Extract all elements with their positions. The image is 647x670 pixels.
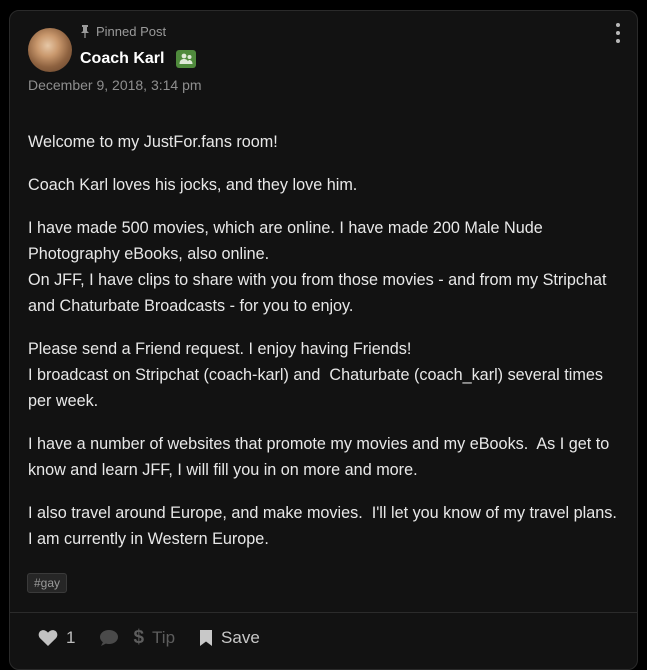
save-label: Save: [221, 628, 260, 647]
pinned-indicator: Pinned Post: [80, 24, 166, 39]
post-paragraph: I have made 500 movies, which are online…: [28, 219, 607, 315]
post-date: December 9, 2018, 3:14 pm: [28, 77, 202, 93]
post-paragraph: I have a number of websites that promote…: [28, 435, 614, 479]
tip-label: Tip: [152, 628, 176, 647]
post-paragraph: Welcome to my JustFor.fans room!: [28, 133, 278, 151]
more-options-icon[interactable]: [615, 23, 621, 43]
post-card: Pinned Post Coach Karl December 9, 2018,…: [9, 10, 638, 670]
like-count: 1: [66, 628, 76, 647]
author-name[interactable]: Coach Karl: [80, 50, 164, 68]
pinned-label: Pinned Post: [96, 24, 167, 39]
hashtag[interactable]: #gay: [27, 573, 68, 593]
heart-icon: [38, 630, 58, 646]
tip-button[interactable]: $ Tip: [133, 627, 175, 649]
post-paragraph: Please send a Friend request. I enjoy ha…: [28, 340, 603, 410]
post-paragraph: I also travel around Europe, and make mo…: [28, 504, 622, 548]
author-row: Coach Karl: [80, 50, 197, 68]
comment-button[interactable]: [99, 629, 119, 647]
friend-badge-icon: [176, 50, 197, 68]
divider: [10, 612, 637, 613]
comment-icon: [100, 630, 119, 646]
bookmark-icon: [200, 630, 213, 646]
pin-icon: [81, 25, 89, 38]
post-body: Welcome to my JustFor.fans room! Coach K…: [28, 129, 623, 569]
save-button[interactable]: Save: [199, 628, 260, 648]
like-button[interactable]: 1: [38, 628, 75, 648]
dollar-icon: $: [133, 627, 145, 648]
avatar[interactable]: [28, 28, 72, 72]
post-paragraph: Coach Karl loves his jocks, and they lov…: [28, 176, 358, 194]
post-actions: 1 $ Tip Save: [38, 627, 260, 649]
